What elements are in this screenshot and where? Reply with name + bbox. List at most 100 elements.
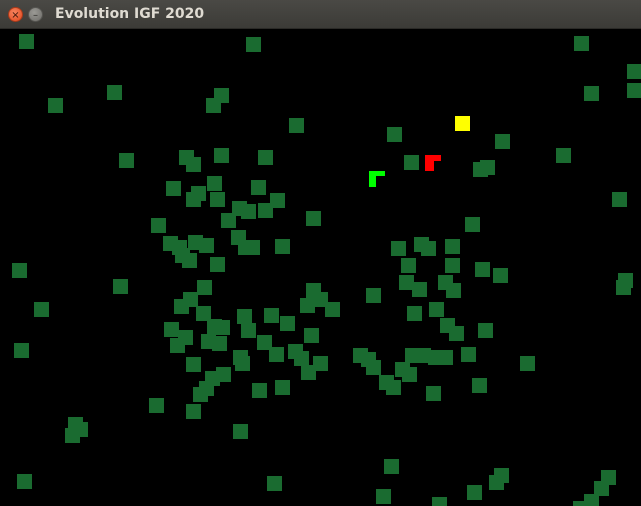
food-pellet — [376, 489, 391, 504]
game-canvas[interactable] — [0, 29, 641, 506]
food-pellet — [267, 476, 282, 491]
food-pellet — [34, 302, 49, 317]
window-titlebar: × – Evolution IGF 2020 — [0, 0, 641, 29]
food-pellet — [17, 474, 32, 489]
food-pellet — [216, 367, 231, 382]
food-pellet — [251, 180, 266, 195]
food-pellet — [478, 323, 493, 338]
food-pellet — [186, 157, 201, 172]
food-pellet — [258, 203, 273, 218]
food-pellet — [186, 192, 201, 207]
food-pellet — [233, 424, 248, 439]
food-pellet — [186, 404, 201, 419]
food-pellet — [289, 118, 304, 133]
food-pellet — [206, 98, 221, 113]
food-pellet — [429, 302, 444, 317]
food-pellet — [366, 288, 381, 303]
food-pellet — [214, 148, 229, 163]
food-pellet — [241, 204, 256, 219]
food-pellet — [412, 282, 427, 297]
food-pellet — [275, 239, 290, 254]
food-pellet — [386, 380, 401, 395]
food-pellet — [199, 238, 214, 253]
food-pellet — [445, 239, 460, 254]
food-pellet — [210, 192, 225, 207]
food-pellet — [304, 328, 319, 343]
food-pellet — [197, 280, 212, 295]
red-creature-arm — [425, 155, 441, 161]
window-title: Evolution IGF 2020 — [55, 6, 205, 22]
food-pellet — [193, 387, 208, 402]
food-pellet — [426, 386, 441, 401]
food-pellet — [556, 148, 571, 163]
food-pellet — [149, 398, 164, 413]
food-pellet — [407, 306, 422, 321]
food-pellet — [275, 380, 290, 395]
food-pellet — [164, 322, 179, 337]
food-pellet — [212, 336, 227, 351]
food-pellet — [384, 459, 399, 474]
food-pellet — [183, 292, 198, 307]
food-pellet — [475, 262, 490, 277]
food-pellet — [14, 343, 29, 358]
food-pellet — [465, 217, 480, 232]
food-pellet — [495, 134, 510, 149]
food-pellet — [196, 306, 211, 321]
green-creature-arm — [369, 171, 385, 176]
food-pellet — [269, 347, 284, 362]
food-pellet — [401, 258, 416, 273]
food-pellet — [480, 160, 495, 175]
food-pellet — [493, 268, 508, 283]
food-pellet — [237, 309, 252, 324]
food-pellet — [472, 378, 487, 393]
food-pellet — [182, 253, 197, 268]
food-pellet — [387, 127, 402, 142]
food-pellet — [325, 302, 340, 317]
food-pellet — [300, 298, 315, 313]
food-pellet — [438, 350, 453, 365]
food-pellet — [107, 85, 122, 100]
food-pellet — [221, 213, 236, 228]
food-pellet — [627, 64, 641, 79]
food-pellet — [48, 98, 63, 113]
food-pellet — [301, 365, 316, 380]
food-pellet — [421, 241, 436, 256]
yellow-target — [455, 116, 470, 131]
food-pellet — [573, 501, 588, 506]
food-pellet — [399, 275, 414, 290]
food-pellet — [584, 86, 599, 101]
close-icon[interactable]: × — [8, 7, 23, 22]
food-pellet — [612, 192, 627, 207]
food-pellet — [258, 150, 273, 165]
food-pellet — [306, 211, 321, 226]
food-pellet — [432, 497, 447, 506]
food-pellet — [65, 428, 80, 443]
food-pellet — [252, 383, 267, 398]
food-pellet — [404, 155, 419, 170]
food-pellet — [166, 181, 181, 196]
food-pellet — [489, 475, 504, 490]
minimize-icon[interactable]: – — [28, 7, 43, 22]
food-pellet — [235, 356, 250, 371]
food-pellet — [12, 263, 27, 278]
game-board — [12, 34, 641, 506]
food-pellet — [19, 34, 34, 49]
food-pellet — [461, 347, 476, 362]
food-pellet — [186, 357, 201, 372]
food-pellet — [113, 279, 128, 294]
food-pellet — [207, 176, 222, 191]
food-pellet — [520, 356, 535, 371]
food-pellet — [294, 351, 309, 366]
food-pellet — [391, 241, 406, 256]
food-pellet — [574, 36, 589, 51]
food-pellet — [280, 316, 295, 331]
food-pellet — [366, 360, 381, 375]
food-pellet — [151, 218, 166, 233]
food-pellet — [594, 481, 609, 496]
food-pellet — [264, 308, 279, 323]
food-pellet — [445, 258, 460, 273]
food-pellet — [210, 257, 225, 272]
food-pellet — [170, 338, 185, 353]
food-pellet — [449, 326, 464, 341]
food-pellet — [627, 83, 641, 98]
